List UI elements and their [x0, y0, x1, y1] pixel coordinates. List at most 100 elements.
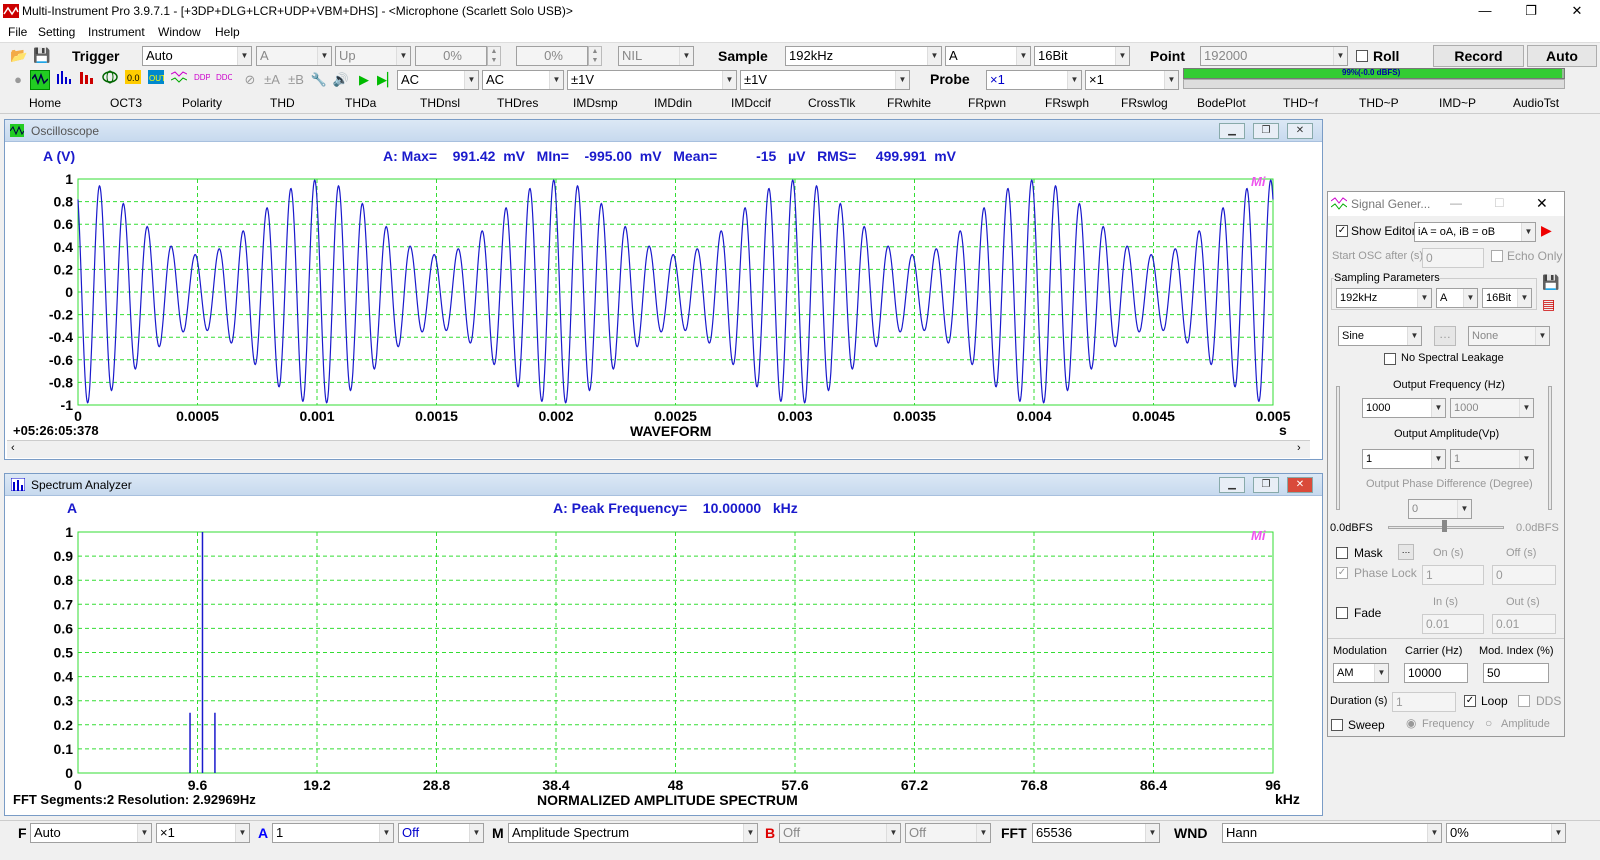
tab-bodeplot[interactable]: BodePlot	[1197, 96, 1246, 110]
osc-close-button[interactable]: ✕	[1287, 123, 1313, 139]
siggen-minimize-button[interactable]: —	[1450, 196, 1462, 210]
probe-a-select[interactable]: ×1 ▼	[986, 70, 1082, 90]
play-icon[interactable]: ▶	[354, 70, 374, 90]
tab-thd-p[interactable]: THD~P	[1359, 96, 1399, 110]
tab-imddin[interactable]: IMDdin	[654, 96, 692, 110]
mask-options-button[interactable]: …	[1398, 544, 1414, 560]
sweep-gen-icon[interactable]	[169, 70, 189, 90]
scroll-left-icon[interactable]: ‹	[11, 442, 15, 454]
menu-file[interactable]: File	[8, 25, 27, 39]
tab-frswlog[interactable]: FRswlog	[1121, 96, 1168, 110]
frequency-a-select[interactable]: 1000 ▼	[1362, 398, 1446, 418]
trigger-level-spinner[interactable]: ▲ ▼	[487, 46, 501, 66]
phase-icon[interactable]	[100, 70, 120, 90]
spec-close-button[interactable]: ✕	[1287, 477, 1313, 493]
amplitude-slider-a[interactable]	[1336, 386, 1340, 510]
range-a-select[interactable]: ±1V ▼	[567, 70, 737, 90]
record-button[interactable]: Record	[1433, 45, 1524, 67]
fft-size-select[interactable]: 65536 ▼	[1032, 823, 1160, 843]
osc-minimize-button[interactable]: ▁	[1219, 123, 1245, 139]
record-dot-icon[interactable]: ●	[8, 70, 28, 90]
tab-imdccif[interactable]: IMDccif	[731, 96, 771, 110]
mod-index-input[interactable]: 50	[1483, 663, 1549, 683]
phase-lock-checkbox[interactable]: ✓	[1336, 567, 1348, 579]
tab-thdnsl[interactable]: THDnsl	[420, 96, 460, 110]
mask-on-input[interactable]: 1	[1422, 565, 1484, 585]
menu-instrument[interactable]: Instrument	[88, 25, 145, 39]
text-off-icon[interactable]: ⊘	[240, 70, 260, 90]
amplitude-a-select[interactable]: 1 ▼	[1362, 449, 1446, 469]
spectrum-chart[interactable]: 1 0.9 0.8 0.7 0.6 0.5 0.4 0.3 0.2 0.1 00 9.6 19.2 28.…	[7, 498, 1310, 811]
tab-home[interactable]: Home	[29, 96, 61, 110]
menu-help[interactable]: Help	[215, 25, 240, 39]
trigger-source-select[interactable]: NIL ▼	[618, 46, 694, 66]
generator-icon[interactable]: OUT	[146, 70, 166, 90]
f-mode-select[interactable]: Auto ▼	[30, 823, 152, 843]
window-function-select[interactable]: Hann ▼	[1222, 823, 1442, 843]
sweep-checkbox[interactable]	[1331, 719, 1343, 731]
sample-rate-select[interactable]: 192kHz ▼	[785, 46, 942, 66]
balance-slider-thumb[interactable]	[1442, 520, 1447, 532]
osc-scrollbar[interactable]: ‹ ›	[7, 440, 1310, 458]
menu-window[interactable]: Window	[158, 25, 201, 39]
bar-meter-icon[interactable]	[77, 70, 97, 90]
a-off-select[interactable]: Off ▼	[398, 823, 484, 843]
waveform-chart[interactable]: 10.80.60.40.20-0.2-0.4-0.6-0.8-10 0.0005 0…	[7, 144, 1310, 449]
frequency-b-select[interactable]: 1000 ▼	[1450, 398, 1534, 418]
carrier-input[interactable]: 10000	[1404, 663, 1468, 683]
spec-minimize-button[interactable]: ▁	[1219, 477, 1245, 493]
overlap-select[interactable]: 0% ▼	[1446, 823, 1566, 843]
save-icon[interactable]: 💾	[33, 47, 50, 64]
phase-difference-select[interactable]: 0 ▼	[1408, 499, 1472, 519]
scroll-right-icon[interactable]: ›	[1297, 442, 1301, 454]
trigger-level-input[interactable]: 0%	[415, 46, 487, 66]
spectrum-icon[interactable]	[54, 70, 74, 90]
oscilloscope-icon[interactable]	[30, 70, 50, 90]
waveform-editor-icon[interactable]: ▤	[1542, 296, 1555, 313]
tab-frswph[interactable]: FRswph	[1045, 96, 1089, 110]
f-multiplier-select[interactable]: ×1 ▼	[156, 823, 250, 843]
trigger-mode-select[interactable]: Auto ▼	[142, 46, 252, 66]
close-button[interactable]: ✕	[1554, 0, 1600, 22]
show-editor-checkbox[interactable]: ✓	[1336, 225, 1348, 237]
tab-thd-f[interactable]: THD~f	[1283, 96, 1318, 110]
no-leakage-checkbox[interactable]	[1384, 353, 1396, 365]
sweep-amplitude-radio[interactable]: ○	[1485, 716, 1492, 730]
range-b-select[interactable]: ±1V ▼	[740, 70, 910, 90]
fade-checkbox[interactable]	[1336, 607, 1348, 619]
siggen-channel-select[interactable]: A ▼	[1436, 288, 1478, 308]
siggen-bits-select[interactable]: 16Bit ▼	[1482, 288, 1532, 308]
tab-crosstlk[interactable]: CrossTlk	[808, 96, 855, 110]
sweep-frequency-radio[interactable]: ◉	[1406, 716, 1416, 730]
auto-button[interactable]: Auto	[1527, 45, 1597, 67]
trigger-channel-select[interactable]: A ▼	[256, 46, 332, 66]
menu-setting[interactable]: Setting	[38, 25, 75, 39]
fade-out-input[interactable]: 0.01	[1492, 614, 1556, 634]
trigger-delay-spinner[interactable]: ▲ ▼	[588, 46, 602, 66]
ddp-icon[interactable]: DDP	[192, 70, 212, 90]
echo-only-checkbox[interactable]	[1491, 250, 1503, 262]
tab-frwhite[interactable]: FRwhite	[887, 96, 931, 110]
point-count-select[interactable]: 192000 ▼	[1200, 46, 1348, 66]
multimeter-icon[interactable]: 0.0	[123, 70, 143, 90]
speaker-icon[interactable]: 🔊	[331, 70, 351, 90]
tab-thd[interactable]: THD	[270, 96, 295, 110]
duration-input[interactable]: 1	[1392, 692, 1456, 712]
probe-icon[interactable]: 🔧	[309, 70, 329, 90]
m-mode-select[interactable]: Amplitude Spectrum ▼	[508, 823, 758, 843]
save-icon[interactable]: 💾	[1542, 274, 1559, 291]
osc-restore-button[interactable]: ❐	[1253, 123, 1279, 139]
b-mode-select[interactable]: Off ▼	[779, 823, 901, 843]
tab-audiotst[interactable]: AudioTst	[1513, 96, 1559, 110]
probe-b-select[interactable]: ×1 ▼	[1085, 70, 1179, 90]
siggen-rate-select[interactable]: 192kHz ▼	[1336, 288, 1432, 308]
trigger-edge-select[interactable]: Up ▼	[335, 46, 411, 66]
fade-in-input[interactable]: 0.01	[1422, 614, 1484, 634]
spec-restore-button[interactable]: ❐	[1253, 477, 1279, 493]
tab-polarity[interactable]: Polarity	[182, 96, 222, 110]
minimize-button[interactable]: —	[1462, 0, 1508, 22]
trigger-delay-input[interactable]: 0%	[516, 46, 588, 66]
mask-off-input[interactable]: 0	[1492, 565, 1556, 585]
tab-frpwn[interactable]: FRpwn	[968, 96, 1006, 110]
coupling-b-select[interactable]: AC ▼	[482, 70, 564, 90]
